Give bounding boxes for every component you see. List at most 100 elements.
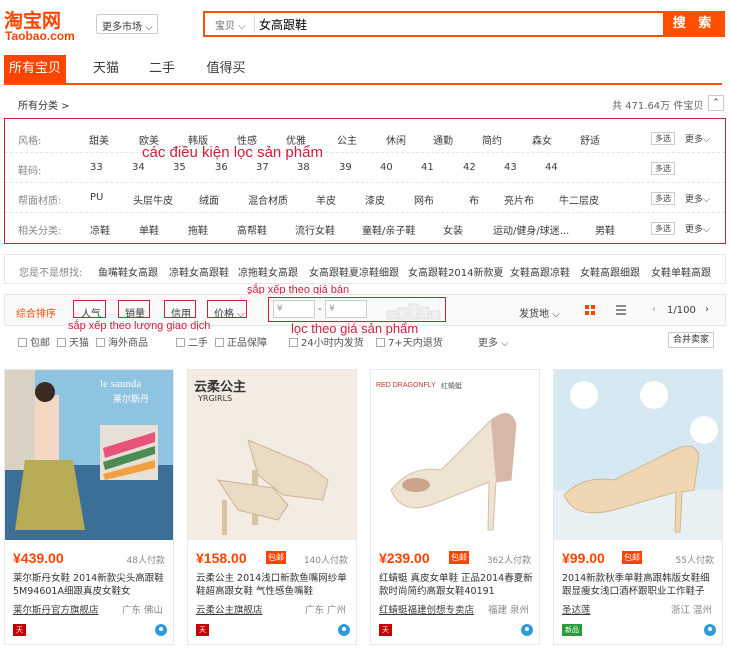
- filter-more-button[interactable]: 更多⌵: [685, 132, 710, 145]
- suggestion-link[interactable]: 凉拖鞋女高跟: [238, 264, 298, 279]
- multi-select-button[interactable]: 多选: [651, 192, 675, 205]
- prev-page-icon[interactable]: ‹: [652, 304, 656, 315]
- product-image[interactable]: [554, 370, 722, 540]
- sort-default[interactable]: 综合排序: [16, 305, 56, 320]
- search-input[interactable]: 女高跟鞋: [259, 16, 307, 33]
- filter-option[interactable]: 高帮鞋: [237, 222, 267, 237]
- filter-option[interactable]: 凉鞋: [90, 222, 110, 237]
- filter-option[interactable]: 34: [132, 162, 145, 173]
- filter-option[interactable]: 42: [463, 162, 476, 173]
- suggestion-link[interactable]: 女高跟鞋2014新款夏: [408, 264, 503, 279]
- shop-name[interactable]: 云柔公主旗舰店: [196, 602, 263, 616]
- checkbox-24h-ship[interactable]: 24小时内发货: [289, 334, 364, 349]
- filter-option[interactable]: 童鞋/亲子鞋: [362, 222, 415, 237]
- search-category-select[interactable]: 宝贝 ⌵: [207, 15, 255, 33]
- checks-more-button[interactable]: 更多 ⌵: [478, 334, 509, 349]
- checkbox-second-hand[interactable]: 二手: [176, 334, 208, 349]
- filter-option[interactable]: 羊皮: [316, 192, 336, 207]
- suggestion-link[interactable]: 女高跟鞋夏凉鞋细跟: [309, 264, 399, 279]
- filter-option[interactable]: 44: [545, 162, 558, 173]
- shop-name[interactable]: 圣达莲: [562, 602, 591, 616]
- product-card[interactable]: le saunda 莱尔斯丹 ¥439.00 48人付款 莱尔斯丹女鞋 2014…: [4, 369, 174, 645]
- filter-option[interactable]: 混合材质: [248, 192, 288, 207]
- taobao-logo[interactable]: 淘宝网 Taobao.com: [4, 6, 86, 43]
- wangwang-chat-icon[interactable]: [338, 624, 350, 636]
- checkbox-free-shipping[interactable]: 包邮: [18, 334, 50, 349]
- tab-tmall[interactable]: 天猫: [86, 55, 126, 83]
- filter-option[interactable]: 公主: [337, 132, 357, 147]
- filter-option[interactable]: 拖鞋: [188, 222, 208, 237]
- filter-option[interactable]: 36: [215, 162, 228, 173]
- filter-option[interactable]: 漆皮: [365, 192, 385, 207]
- checkbox-genuine[interactable]: 正品保障: [215, 334, 267, 349]
- filter-option[interactable]: 休闲: [386, 132, 406, 147]
- multi-select-button[interactable]: 多选: [651, 132, 675, 145]
- suggestion-link[interactable]: 女鞋高跟细跟: [580, 264, 640, 279]
- collapse-button[interactable]: ⌃: [708, 95, 724, 111]
- tmall-icon[interactable]: 天: [196, 624, 209, 636]
- filter-more-button[interactable]: 更多⌵: [685, 192, 710, 205]
- suggestion-link[interactable]: 女鞋单鞋高跟: [651, 264, 711, 279]
- filter-option[interactable]: PU: [90, 192, 103, 203]
- product-image[interactable]: RED DRAGONFLY 红蜻蜓: [371, 370, 539, 540]
- filter-option[interactable]: 亮片布: [504, 192, 534, 207]
- filter-option[interactable]: 简约: [482, 132, 502, 147]
- filter-option[interactable]: 男鞋: [595, 222, 615, 237]
- product-title[interactable]: 莱尔斯丹女鞋 2014新款尖头高跟鞋5M94601A细跟真皮女鞋女: [13, 572, 169, 598]
- filter-option[interactable]: 森女: [532, 132, 552, 147]
- filter-option[interactable]: 绒面: [199, 192, 219, 207]
- shop-name[interactable]: 红蜻蜓福建创想专卖店: [379, 602, 474, 616]
- checkbox-tmall[interactable]: 天猫: [57, 334, 89, 349]
- filter-option[interactable]: 通勤: [433, 132, 453, 147]
- tab-worth-buying[interactable]: 值得买: [200, 55, 252, 83]
- suggestion-link[interactable]: 鱼嘴鞋女高跟: [98, 264, 158, 279]
- breadcrumb[interactable]: 所有分类 >: [18, 97, 70, 112]
- wangwang-chat-icon[interactable]: [155, 624, 167, 636]
- multi-select-button[interactable]: 多选: [651, 162, 675, 175]
- list-view-icon[interactable]: [616, 305, 626, 315]
- suggestion-link[interactable]: 女鞋高跟凉鞋: [510, 264, 570, 279]
- tmall-icon[interactable]: 天: [13, 624, 26, 636]
- filter-option[interactable]: 布: [469, 192, 479, 207]
- filter-more-button[interactable]: 更多⌵: [685, 222, 710, 235]
- product-card[interactable]: ¥99.00 包邮 55人付款 2014新款秋季单鞋高跟韩版女鞋细跟显瘦女浅口酒…: [553, 369, 723, 645]
- checkbox-overseas[interactable]: 海外商品: [96, 334, 148, 349]
- checkbox-7day-return[interactable]: 7+天内退货: [376, 334, 443, 349]
- filter-option[interactable]: 甜美: [89, 132, 109, 147]
- next-page-icon[interactable]: ›: [705, 304, 709, 315]
- product-title[interactable]: 2014新款秋季单鞋高跟韩版女鞋细跟显瘦女浅口酒杯跟职业工作鞋子: [562, 572, 718, 598]
- wangwang-chat-icon[interactable]: [521, 624, 533, 636]
- product-card[interactable]: 云柔公主 YRGIRLS ¥158.00 包邮 140人付款 云柔公主 2014…: [187, 369, 357, 645]
- filter-option[interactable]: 35: [173, 162, 186, 173]
- filter-option[interactable]: 头层牛皮: [133, 192, 173, 207]
- multi-select-button[interactable]: 多选: [651, 222, 675, 235]
- filter-option[interactable]: 牛二层皮: [559, 192, 599, 207]
- shop-name[interactable]: 莱尔斯丹官方旗舰店: [13, 602, 99, 616]
- product-card[interactable]: RED DRAGONFLY 红蜻蜓 ¥239.00 包邮 362人付款 红蜻蜓 …: [370, 369, 540, 645]
- filter-option[interactable]: 女装: [443, 222, 463, 237]
- suggestion-link[interactable]: 凉鞋女高跟鞋: [169, 264, 229, 279]
- more-market-dropdown[interactable]: 更多市场 ⌵: [96, 14, 158, 34]
- filter-option[interactable]: 运动/健身/球迷...: [493, 222, 569, 237]
- search-button[interactable]: 搜 索: [663, 11, 725, 37]
- filter-option[interactable]: 38: [297, 162, 310, 173]
- ship-from-dropdown[interactable]: 发货地 ⌵: [519, 305, 560, 320]
- product-title[interactable]: 云柔公主 2014浅口新款鱼嘴网纱单鞋超高跟女鞋 气性感鱼嘴鞋: [196, 572, 352, 598]
- filter-option[interactable]: 单鞋: [139, 222, 159, 237]
- product-title[interactable]: 红蜻蜓 真皮女单鞋 正品2014春夏新款时尚简约高跟女鞋40191: [379, 572, 535, 598]
- filter-option[interactable]: 43: [504, 162, 517, 173]
- wangwang-chat-icon[interactable]: [704, 624, 716, 636]
- filter-option[interactable]: 流行女鞋: [295, 222, 335, 237]
- product-image[interactable]: 云柔公主 YRGIRLS: [188, 370, 356, 540]
- filter-option[interactable]: 33: [90, 162, 103, 173]
- filter-option[interactable]: 舒适: [580, 132, 600, 147]
- merge-sellers-button[interactable]: 合并卖家: [668, 332, 714, 348]
- tmall-icon[interactable]: 天: [379, 624, 392, 636]
- tab-all-items[interactable]: 所有宝贝: [4, 55, 66, 83]
- grid-view-icon[interactable]: [585, 305, 595, 315]
- filter-option[interactable]: 39: [339, 162, 352, 173]
- product-image[interactable]: le saunda 莱尔斯丹: [5, 370, 173, 540]
- filter-option[interactable]: 网布: [414, 192, 434, 207]
- tab-second-hand[interactable]: 二手: [142, 55, 182, 83]
- filter-option[interactable]: 40: [380, 162, 393, 173]
